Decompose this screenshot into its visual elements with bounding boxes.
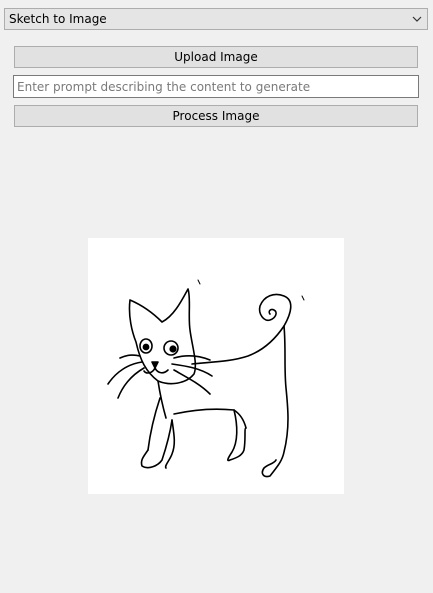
mode-select-dropdown[interactable]: Sketch to Image [4,8,428,30]
sketch-preview-image [88,238,344,494]
upload-image-button[interactable]: Upload Image [14,46,418,68]
process-image-button[interactable]: Process Image [14,105,418,127]
cat-nose [151,361,159,369]
cat-sketch-drawing [107,279,305,478]
prompt-input[interactable] [13,75,419,98]
cat-front-leg-left [140,419,173,469]
cat-hind-leg-right [261,325,289,478]
cat-head [128,288,197,385]
cat-tail [258,293,292,327]
mode-select-value: Sketch to Image [9,12,107,26]
cat-hind-leg-left [227,409,247,462]
chevron-down-icon [411,13,423,25]
